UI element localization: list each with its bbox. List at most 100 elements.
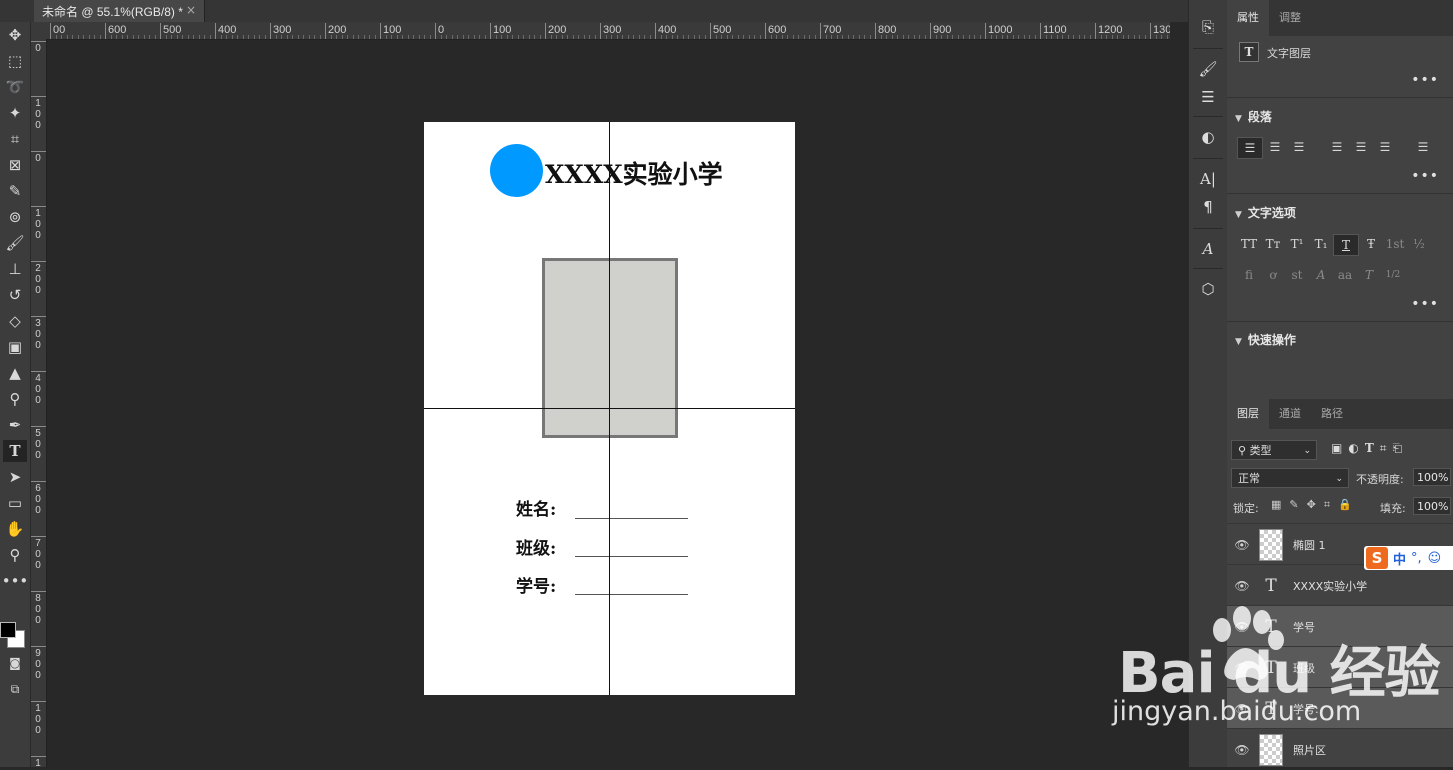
eraser-icon[interactable]: ◇: [3, 310, 27, 332]
lock-image-icon[interactable]: ✎: [1289, 498, 1298, 512]
glyphs-panel-icon[interactable]: A: [1196, 238, 1220, 260]
justify-right-icon[interactable]: ☰: [1373, 137, 1397, 157]
healing-icon[interactable]: ⊚: [3, 206, 27, 228]
path-select-icon[interactable]: ➤: [3, 466, 27, 488]
shape-filter-icon[interactable]: ⌗: [1380, 441, 1387, 456]
justify-left-icon[interactable]: ☰: [1325, 137, 1349, 157]
align-center-icon[interactable]: ☰: [1263, 137, 1287, 157]
ordinal-alt-icon[interactable]: 1/2: [1381, 265, 1405, 285]
paragraph-more-icon[interactable]: •••: [1411, 168, 1439, 184]
all-caps-icon[interactable]: TT: [1237, 234, 1261, 254]
tab-paths[interactable]: 路径: [1311, 399, 1353, 429]
history-panel-icon[interactable]: ⎘: [1196, 16, 1220, 38]
blur-icon[interactable]: ▲: [3, 362, 27, 384]
strikethrough-icon[interactable]: Ŧ: [1359, 234, 1383, 254]
discretionary-ligature-icon[interactable]: st: [1285, 265, 1309, 285]
ordinal-icon[interactable]: 1st: [1383, 234, 1407, 254]
zoom-icon[interactable]: ⚲: [3, 544, 27, 566]
adjustment-filter-icon[interactable]: ◐: [1348, 441, 1358, 456]
magic-wand-icon[interactable]: ✦: [3, 102, 27, 124]
layer-filter-select[interactable]: ⚲ 类型 ⌄: [1231, 440, 1317, 460]
swash-icon[interactable]: A: [1309, 265, 1333, 285]
stamp-icon[interactable]: ⊥: [3, 258, 27, 280]
ime-toolbar[interactable]: S 中 °, ☺: [1364, 546, 1453, 570]
lock-artboard-icon[interactable]: ⌗: [1324, 498, 1330, 512]
lasso-icon[interactable]: ➰: [3, 76, 27, 98]
3d-panel-icon[interactable]: ⬡: [1196, 278, 1220, 300]
gradient-icon[interactable]: ▣: [3, 336, 27, 358]
titling-alternates-icon[interactable]: T: [1357, 265, 1381, 285]
clone-source-icon[interactable]: ◐: [1196, 126, 1220, 148]
dodge-icon[interactable]: ⚲: [3, 388, 27, 410]
ime-mode[interactable]: 中: [1393, 549, 1406, 568]
tab-channels[interactable]: 通道: [1269, 399, 1311, 429]
blend-mode-select[interactable]: 正常 ⌄: [1231, 468, 1349, 488]
justify-all-icon[interactable]: ☰: [1411, 137, 1435, 157]
type-filter-icon[interactable]: T: [1365, 441, 1374, 456]
ruler-minor-tick: [83, 35, 84, 39]
adjust-sliders-icon[interactable]: ☰: [1196, 86, 1220, 108]
text-options-more-icon[interactable]: •••: [1411, 296, 1439, 312]
quick-actions-section-title[interactable]: ▼ 快速操作: [1235, 331, 1296, 348]
move-icon[interactable]: ✥: [3, 24, 27, 46]
screen-mode-icon[interactable]: ⧉: [3, 678, 27, 700]
rectangle-icon[interactable]: ▭: [3, 492, 27, 514]
more-icon[interactable]: •••: [2, 570, 29, 592]
subscript-icon[interactable]: T₁: [1309, 234, 1333, 254]
horizontal-ruler[interactable]: 00 600 500 400 300 200 100 0 100 200 300 400 500 600 7…: [47, 22, 1170, 40]
old-style-icon[interactable]: ơ: [1261, 265, 1285, 285]
smart-object-filter-icon[interactable]: ⎗: [1393, 441, 1403, 456]
ruler-minor-tick: [308, 35, 310, 39]
eyedropper-icon[interactable]: ✎: [3, 180, 27, 202]
align-left-icon[interactable]: ☰: [1237, 137, 1263, 159]
visibility-eye-icon[interactable]: 👁: [1227, 538, 1257, 552]
frame-icon[interactable]: ⊠: [3, 154, 27, 176]
character-panel-icon[interactable]: A|: [1196, 168, 1220, 190]
lock-position-icon[interactable]: ✥: [1307, 498, 1316, 512]
history-brush-icon[interactable]: ↺: [3, 284, 27, 306]
marquee-icon[interactable]: ⬚: [3, 50, 27, 72]
lock-all-icon[interactable]: 🔒: [1338, 498, 1352, 512]
hand-icon[interactable]: ✋: [3, 518, 27, 540]
vertical-ruler[interactable]: 0 1 0 0 0 1 0 0 2 0 0 3 0 0 4 0 0 5 0 0 6 0 0 7 0…: [31, 39, 47, 767]
ligature-icon[interactable]: fi: [1237, 265, 1261, 285]
justify-center-icon[interactable]: ☰: [1349, 137, 1373, 157]
small-caps-icon[interactable]: Tт: [1261, 234, 1285, 254]
ruler-minor-tick: [1001, 35, 1003, 39]
ruler-tick: [710, 23, 711, 39]
lock-transparent-icon[interactable]: ▦: [1271, 498, 1281, 512]
tab-adjustments[interactable]: 调整: [1269, 0, 1311, 36]
more-options-icon[interactable]: •••: [1411, 72, 1439, 88]
fraction-icon[interactable]: ½: [1407, 234, 1431, 254]
close-icon[interactable]: ×: [186, 3, 196, 17]
visibility-eye-icon[interactable]: 👁: [1227, 743, 1257, 757]
superscript-icon[interactable]: T¹: [1285, 234, 1309, 254]
horizontal-guide[interactable]: [424, 408, 795, 409]
quick-mask-icon[interactable]: ◙: [3, 652, 27, 674]
underline-icon[interactable]: T: [1333, 234, 1359, 256]
color-swatches[interactable]: [0, 622, 26, 648]
ruler-tick: [31, 316, 46, 317]
brush-settings-icon[interactable]: 🖌: [1196, 58, 1220, 80]
brush-icon[interactable]: 🖌: [3, 232, 27, 254]
layer-row[interactable]: 👁 照片区: [1227, 728, 1453, 770]
tab-layers[interactable]: 图层: [1227, 399, 1269, 429]
emoji-icon[interactable]: ☺: [1428, 551, 1442, 566]
crop-icon[interactable]: ⌗: [3, 128, 27, 150]
text-options-section-title[interactable]: ▼ 文字选项: [1235, 204, 1296, 221]
type-icon[interactable]: T: [3, 440, 27, 462]
stylistic-alternates-icon[interactable]: aa: [1333, 265, 1357, 285]
fill-input[interactable]: 100%: [1413, 497, 1451, 515]
paragraph-section-title[interactable]: ▼ 段落: [1235, 108, 1272, 125]
sogou-logo-icon[interactable]: S: [1366, 547, 1388, 569]
opacity-input[interactable]: 100%: [1413, 468, 1451, 486]
tab-properties[interactable]: 属性: [1227, 0, 1269, 36]
pen-icon[interactable]: ✒: [3, 414, 27, 436]
document-tab[interactable]: 未命名 @ 55.1%(RGB/8) * ×: [34, 0, 205, 22]
align-right-icon[interactable]: ☰: [1287, 137, 1311, 157]
ime-punctuation[interactable]: °,: [1411, 551, 1422, 566]
ruler-corner[interactable]: [31, 22, 47, 39]
image-filter-icon[interactable]: ▣: [1331, 441, 1342, 456]
visibility-eye-icon[interactable]: 👁: [1227, 579, 1257, 593]
paragraph-panel-icon[interactable]: ¶: [1196, 196, 1220, 218]
